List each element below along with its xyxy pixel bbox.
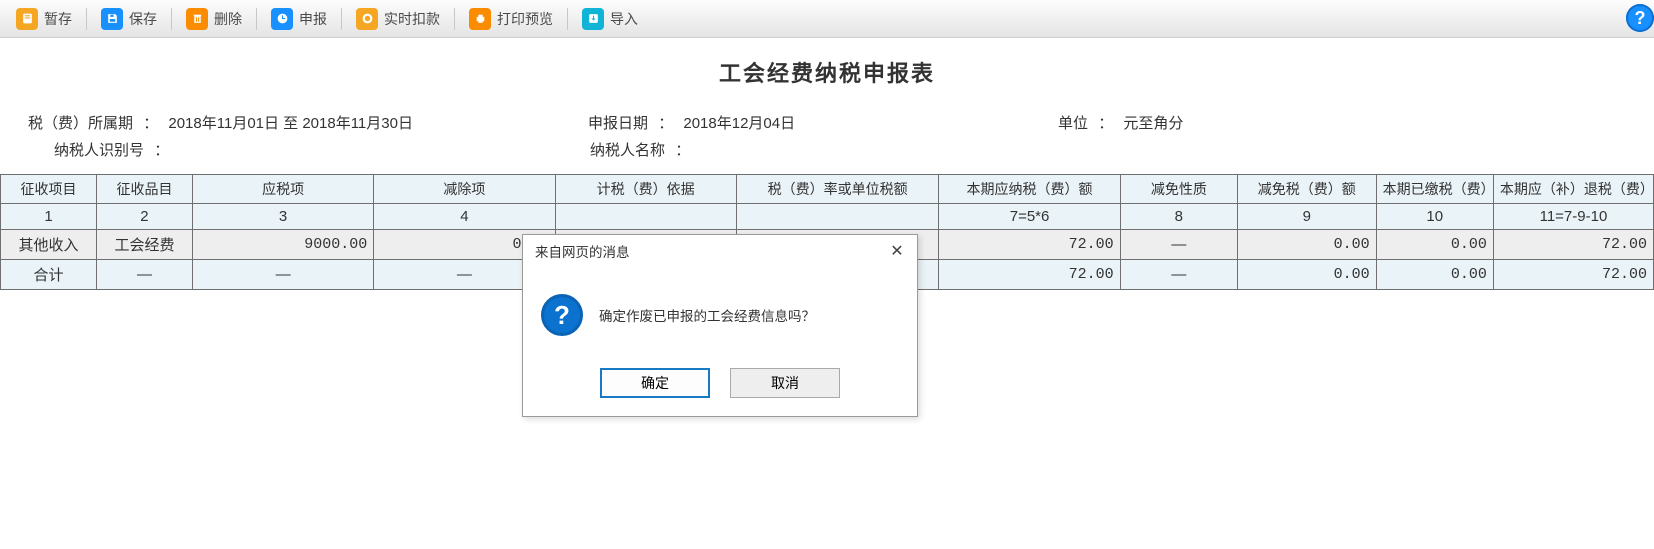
cell: 72.00 bbox=[939, 260, 1120, 290]
cell: 72.00 bbox=[1493, 260, 1653, 290]
delete-button[interactable]: 删除 bbox=[176, 3, 252, 35]
col-header: 减免性质 bbox=[1120, 175, 1237, 204]
declare-date-label: 申报日期 bbox=[588, 112, 648, 133]
save-button[interactable]: 保存 bbox=[91, 3, 167, 35]
cell: — bbox=[1120, 230, 1237, 260]
unit-value: 元至角分 bbox=[1123, 115, 1183, 132]
import-label: 导入 bbox=[610, 9, 638, 29]
taxpayer-id-label: 纳税人识别号 bbox=[54, 139, 144, 160]
ok-button[interactable]: 确定 bbox=[600, 368, 710, 398]
taxpayer-name-label: 纳税人名称 bbox=[590, 139, 665, 160]
delete-icon bbox=[186, 8, 208, 30]
col-header: 减免税（费）额 bbox=[1237, 175, 1376, 204]
cell[interactable]: 9000.00 bbox=[192, 230, 373, 260]
declare-date-value: 2018年12月04日 bbox=[683, 115, 795, 132]
declare-label: 申报 bbox=[299, 9, 327, 29]
deduct-label: 实时扣款 bbox=[384, 9, 440, 29]
cell: — bbox=[192, 260, 373, 290]
cell: — bbox=[1120, 260, 1237, 290]
dialog-message: 确定作废已申报的工会经费信息吗？ bbox=[599, 305, 815, 325]
col-header: 本期应纳税（费）额 bbox=[939, 175, 1120, 204]
cell: 72.00 bbox=[939, 230, 1120, 260]
toolbar-separator bbox=[454, 8, 455, 30]
print-label: 打印预览 bbox=[497, 9, 553, 29]
toolbar-separator bbox=[171, 8, 172, 30]
import-button[interactable]: 导入 bbox=[572, 3, 648, 35]
cell: 工会经费 bbox=[96, 230, 192, 260]
col-header: 应税项 bbox=[192, 175, 373, 204]
print-icon bbox=[469, 8, 491, 30]
import-icon bbox=[582, 8, 604, 30]
stash-label: 暂存 bbox=[44, 9, 72, 29]
col-header: 税（费）率或单位税额 bbox=[736, 175, 939, 204]
col-header: 征收品目 bbox=[96, 175, 192, 204]
print-button[interactable]: 打印预览 bbox=[459, 3, 563, 35]
col-header: 本期已缴税（费）额 bbox=[1376, 175, 1493, 204]
cell: — bbox=[96, 260, 192, 290]
cell: 0.00 bbox=[1237, 260, 1376, 290]
dialog-title: 来自网页的消息 bbox=[535, 241, 630, 261]
declare-button[interactable]: 申报 bbox=[261, 3, 337, 35]
deduct-icon bbox=[356, 8, 378, 30]
col-header: 征收项目 bbox=[1, 175, 97, 204]
question-icon: ? bbox=[541, 294, 583, 336]
declare-icon bbox=[271, 8, 293, 30]
help-icon[interactable]: ? bbox=[1626, 4, 1654, 32]
info-row-1: 税（费）所属期 ： 2018年11月01日 至 2018年11月30日 申报日期… bbox=[0, 112, 1654, 133]
toolbar-separator bbox=[256, 8, 257, 30]
col-header: 本期应（补）退税（费）额 bbox=[1493, 175, 1653, 204]
cell: 合计 bbox=[1, 260, 97, 290]
save-label: 保存 bbox=[129, 9, 157, 29]
col-header: 计税（费）依据 bbox=[555, 175, 736, 204]
save-icon bbox=[101, 8, 123, 30]
deduct-button[interactable]: 实时扣款 bbox=[346, 3, 450, 35]
toolbar-separator bbox=[567, 8, 568, 30]
page-title: 工会经费纳税申报表 bbox=[0, 56, 1654, 88]
period-value: 2018年11月01日 至 2018年11月30日 bbox=[168, 115, 413, 132]
toolbar-separator bbox=[86, 8, 87, 30]
table-header-row: 征收项目 征收品目 应税项 减除项 计税（费）依据 税（费）率或单位税额 本期应… bbox=[1, 175, 1654, 204]
table-formula-row: 1 2 3 4 7=5*6 8 9 10 11=7-9-10 bbox=[1, 204, 1654, 230]
cancel-button[interactable]: 取消 bbox=[730, 368, 840, 398]
confirm-dialog: 来自网页的消息 ✕ ? 确定作废已申报的工会经费信息吗？ 确定 取消 bbox=[522, 234, 918, 417]
delete-label: 删除 bbox=[214, 9, 242, 29]
cell: 0.00 bbox=[1376, 260, 1493, 290]
close-icon[interactable]: ✕ bbox=[887, 241, 907, 261]
stash-icon bbox=[16, 8, 38, 30]
toolbar-separator bbox=[341, 8, 342, 30]
col-header: 减除项 bbox=[374, 175, 555, 204]
cell: 72.00 bbox=[1493, 230, 1653, 260]
cell: 0.00 bbox=[1237, 230, 1376, 260]
stash-button[interactable]: 暂存 bbox=[6, 3, 82, 35]
period-label: 税（费）所属期 bbox=[28, 112, 133, 133]
toolbar: 暂存 保存 删除 申报 实时扣款 打印预览 bbox=[0, 0, 1654, 38]
unit-label: 单位 bbox=[1058, 112, 1088, 133]
cell: 其他收入 bbox=[1, 230, 97, 260]
info-row-2: 纳税人识别号 ： 纳税人名称 ： bbox=[0, 139, 1654, 160]
cell: 0.00 bbox=[1376, 230, 1493, 260]
